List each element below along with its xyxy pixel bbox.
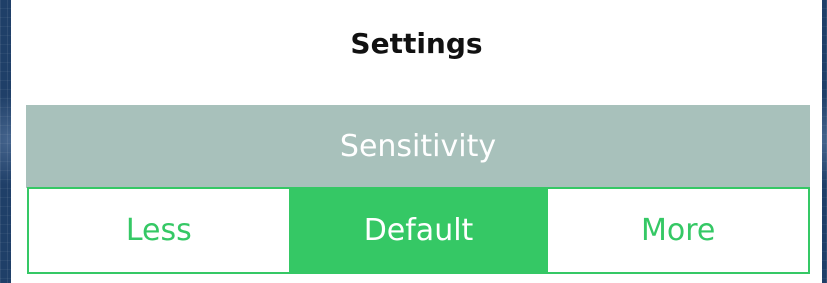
settings-panel: Settings Sensitivity Less Default More bbox=[11, 0, 822, 283]
background: Settings Sensitivity Less Default More bbox=[0, 0, 827, 283]
page-title: Settings bbox=[350, 27, 483, 60]
sensitivity-selector: Less Default More bbox=[27, 187, 810, 274]
sensitivity-option-default[interactable]: Default bbox=[288, 189, 549, 272]
sensitivity-header: Sensitivity bbox=[26, 105, 810, 188]
sensitivity-option-more[interactable]: More bbox=[548, 189, 809, 272]
sensitivity-option-less[interactable]: Less bbox=[29, 189, 289, 272]
